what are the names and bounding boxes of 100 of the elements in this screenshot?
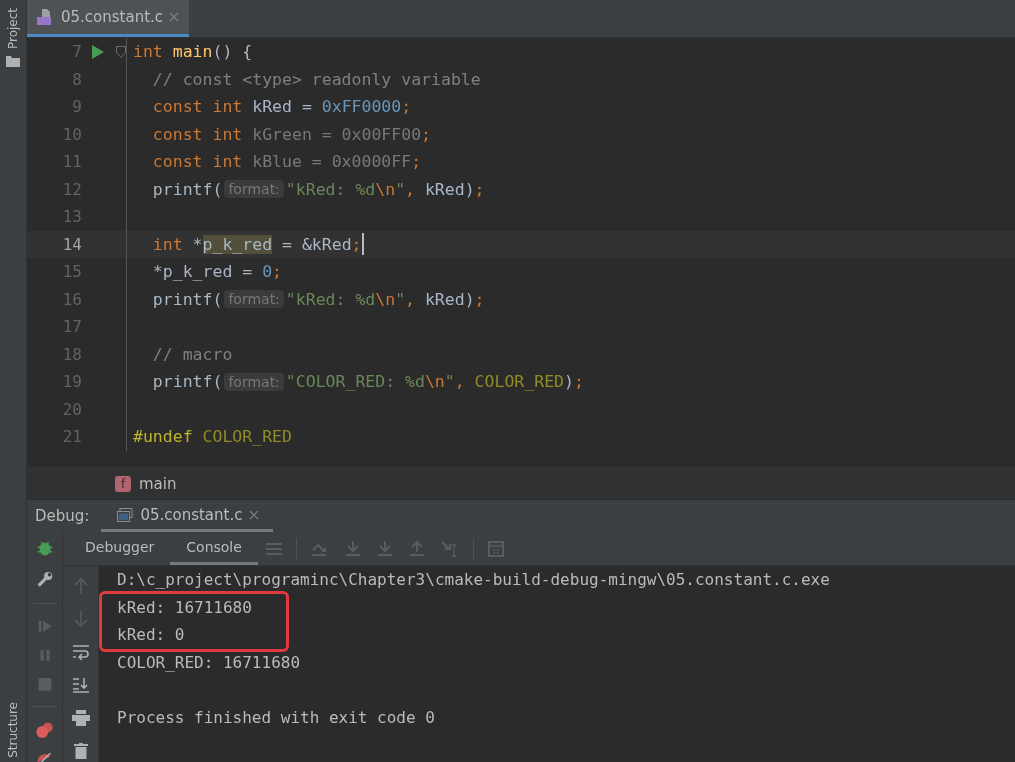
code-token: kGreen = 0x00FF00 (251, 124, 422, 144)
code-token: ; (401, 97, 412, 117)
trash-icon[interactable] (73, 743, 88, 759)
code-token: *p_k_red = (151, 262, 254, 282)
run-to-cursor-icon[interactable] (440, 540, 459, 557)
code-token: printf( (151, 372, 223, 392)
code-token: kRed = (251, 97, 313, 117)
panel-tab[interactable]: Debugger (69, 532, 171, 565)
up-arrow-icon[interactable] (73, 578, 88, 594)
parameter-hint: format: (224, 372, 284, 391)
panel-title: Debug: (35, 506, 90, 527)
console-line: kRed: 16711680 (117, 596, 252, 619)
menu-icon[interactable] (265, 541, 282, 556)
console-line: D:\c_project\programinc\Chapter3\cmake-build-debug-mingw\05.constant.c.exe (117, 569, 830, 591)
code-token: \n (424, 372, 445, 392)
code-token: kRed) (423, 289, 475, 309)
code-token: ) (564, 372, 574, 392)
code-token: const int (151, 152, 243, 172)
editor-tab[interactable]: 05.constant.c (27, 0, 190, 37)
code-token: printf( (151, 179, 223, 199)
line-number: 11 (61, 152, 82, 172)
code-token: ; (411, 152, 422, 172)
code-token: = &kRed (281, 234, 352, 254)
code-token: "kRed: %d (285, 289, 376, 309)
resume-icon[interactable] (36, 618, 53, 634)
step-out-icon[interactable] (408, 540, 425, 557)
code-token: const int (151, 124, 243, 144)
code-token: "COLOR_RED: %d (285, 372, 425, 392)
code-token: COLOR_RED (473, 372, 564, 392)
folder-icon (6, 55, 20, 68)
function-badge: f (115, 475, 131, 492)
line-number: 18 (61, 344, 82, 364)
line-number: 20 (61, 399, 82, 419)
line-number: 12 (61, 179, 82, 199)
code-token: printf( (151, 289, 223, 309)
code-token: "kRed: %d (285, 179, 376, 199)
code-token: main (171, 42, 213, 62)
scroll-to-end-icon[interactable] (72, 677, 89, 693)
line-number: 13 (61, 207, 82, 227)
project-tool-tab[interactable]: Project (6, 8, 20, 50)
code-token: 0 (262, 262, 273, 282)
line-number: 21 (61, 427, 82, 447)
force-step-into-icon[interactable] (376, 540, 393, 557)
code-token: \n (375, 289, 396, 309)
code-token: #undef (133, 427, 193, 447)
code-token: kBlue = 0x0000FF (251, 152, 412, 172)
wrench-icon[interactable] (35, 571, 54, 588)
bug-icon[interactable] (35, 540, 54, 557)
line-number: 19 (61, 372, 82, 392)
close-icon[interactable] (169, 12, 180, 22)
code-token: ; (351, 234, 362, 254)
breakpoints-icon[interactable] (34, 721, 55, 738)
breadcrumb-item[interactable]: main (139, 474, 177, 493)
code-token: ; (474, 289, 485, 309)
fold-icon[interactable] (116, 45, 126, 58)
code-token: ; (474, 179, 485, 199)
code-token: , (405, 289, 415, 309)
code-token: ; (421, 124, 432, 144)
code-token: ; (272, 262, 282, 282)
code-token: kRed) (423, 179, 475, 199)
code-token: * (191, 234, 203, 254)
structure-tool-tab[interactable]: Structure (6, 702, 20, 758)
line-number: 16 (61, 289, 82, 309)
code-token: ; (573, 372, 584, 392)
code-token: const int (151, 97, 243, 117)
code-token: , (454, 372, 465, 392)
code-token: COLOR_RED (201, 427, 292, 447)
code-token: " (395, 179, 406, 199)
line-number: 10 (61, 124, 82, 144)
step-into-icon[interactable] (344, 540, 361, 557)
code-token: // const <type> readonly variable (151, 69, 481, 89)
code-token: " (444, 372, 455, 392)
console-line: Process finished with exit code 0 (117, 706, 435, 729)
console-line: COLOR_RED: 16711680 (117, 651, 301, 674)
soft-wrap-icon[interactable] (72, 644, 89, 660)
code-token: 0xFF0000 (321, 97, 402, 117)
line-number: 8 (71, 69, 82, 89)
console-line: kRed: 0 (117, 624, 186, 646)
line-number: 9 (71, 97, 82, 117)
code-token: // macro (151, 344, 233, 364)
parameter-hint: format: (224, 180, 284, 199)
close-icon[interactable] (249, 509, 260, 520)
code-token: \n (375, 179, 396, 199)
line-number: 17 (61, 317, 82, 337)
code-token: int (133, 42, 163, 62)
code-token: () { (212, 42, 253, 62)
parameter-hint: format: (224, 290, 284, 309)
stop-icon[interactable] (37, 677, 52, 691)
code-token: , (405, 179, 415, 199)
line-number: 14 (61, 234, 82, 254)
code-token: int (151, 234, 183, 254)
line-number: 7 (71, 42, 82, 62)
run-icon[interactable] (92, 44, 104, 59)
window-icon (117, 507, 134, 522)
code-token: p_k_red (202, 234, 273, 254)
calculator-icon[interactable] (487, 540, 504, 557)
code-token: " (395, 289, 406, 309)
down-arrow-icon[interactable] (73, 611, 88, 627)
print-icon[interactable] (71, 710, 90, 726)
text-caret (361, 233, 364, 256)
